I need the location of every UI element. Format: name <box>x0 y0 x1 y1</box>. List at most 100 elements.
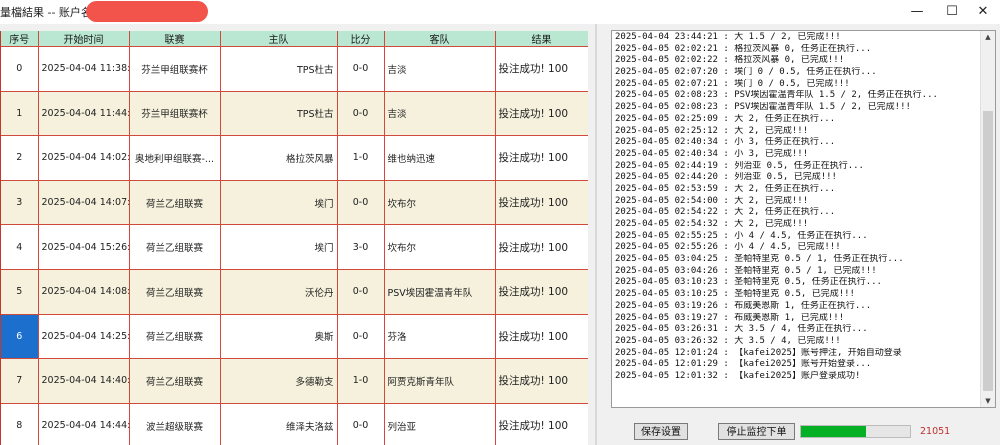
table-row[interactable]: 22025-04-04 14:02:17奥地利甲组联赛-...格拉茨风暴1-0维… <box>1 135 588 181</box>
log-line: 2025-04-05 02:08:23 : PSV埃因霍温青年队 1.5 / 2… <box>615 90 938 101</box>
row-start-time[interactable]: 2025-04-04 14:44:14 <box>38 403 130 445</box>
scroll-down-icon[interactable]: ▼ <box>981 395 995 407</box>
header-away-team[interactable]: 客队 <box>384 31 496 47</box>
row-home-team[interactable]: 多德勒支 <box>220 358 338 404</box>
row-away-team[interactable]: 列治亚 <box>384 403 496 445</box>
row-result[interactable]: 投注成功! 100 <box>495 135 588 181</box>
row-away-team[interactable]: 吉淡 <box>384 91 496 137</box>
log-line: 2025-04-05 02:07:21 : 埃门 0 / 0.5, 已完成!!! <box>615 78 850 89</box>
scroll-up-icon[interactable]: ▲ <box>981 31 995 43</box>
log-line: 2025-04-05 12:01:32 : 【kafei2025】账户登录成功! <box>615 370 861 381</box>
stop-monitoring-button[interactable]: 停止监控下单 <box>718 423 795 440</box>
row-away-team[interactable]: 芬洛 <box>384 314 496 360</box>
row-start-time[interactable]: 2025-04-04 14:40:38 <box>38 358 130 404</box>
maximize-icon[interactable]: ☐ <box>935 0 969 24</box>
table-row[interactable]: 52025-04-04 14:08:19荷兰乙组联赛沃伦丹0-0PSV埃因霍温青… <box>1 269 588 315</box>
row-start-time[interactable]: 2025-04-04 15:26:26 <box>38 224 130 270</box>
row-score[interactable]: 1-0 <box>337 358 385 404</box>
log-line: 2025-04-04 23:44:21 : 大 1.5 / 2, 已完成!!! <box>615 32 841 42</box>
row-start-time[interactable]: 2025-04-04 11:38:59 <box>38 46 130 92</box>
log-line: 2025-04-05 03:10:25 : 圣帕特里克 0.5, 已完成!!! <box>615 289 855 300</box>
row-home-team[interactable]: 维泽夫洛兹 <box>220 403 338 445</box>
log-line: 2025-04-05 12:01:29 : 【kafei2025】账号开始登录.… <box>615 359 872 370</box>
row-score[interactable]: 1-0 <box>337 135 385 181</box>
row-index[interactable]: 6 <box>1 314 39 360</box>
row-league[interactable]: 荷兰乙组联赛 <box>129 180 221 226</box>
save-settings-button[interactable]: 保存设置 <box>634 423 688 440</box>
header-result[interactable]: 结果 <box>495 31 588 47</box>
row-index[interactable]: 8 <box>1 403 39 445</box>
row-result[interactable]: 投注成功! 100 <box>495 46 588 92</box>
table-row[interactable]: 02025-04-04 11:38:59芬兰甲组联赛杯TPS杜古0-0吉淡投注成… <box>1 46 588 92</box>
row-league[interactable]: 芬兰甲组联赛杯 <box>129 91 221 137</box>
row-league[interactable]: 芬兰甲组联赛杯 <box>129 46 221 92</box>
counter-value: 21051 <box>920 426 951 437</box>
close-icon[interactable]: ✕ <box>966 0 1000 24</box>
row-league[interactable]: 波兰超级联赛 <box>129 403 221 445</box>
row-home-team[interactable]: 埃门 <box>220 180 338 226</box>
log-line: 2025-04-05 02:25:12 : 大 2, 已完成!!! <box>615 125 809 136</box>
table-row[interactable]: 72025-04-04 14:40:38荷兰乙组联赛多德勒支1-0阿贾克斯青年队… <box>1 358 588 404</box>
header-index[interactable]: 序号 <box>1 31 39 47</box>
row-home-team[interactable]: 格拉茨风暴 <box>220 135 338 181</box>
row-league[interactable]: 荷兰乙组联赛 <box>129 269 221 315</box>
log-panel: 2025-04-04 23:44:21 : 大 1.5 / 2, 已完成!!! 2… <box>611 30 996 408</box>
row-result[interactable]: 投注成功! 100 <box>495 180 588 226</box>
row-start-time[interactable]: 2025-04-04 14:08:19 <box>38 269 130 315</box>
minimize-icon[interactable]: — <box>900 0 934 24</box>
table-row[interactable]: 12025-04-04 11:44:02芬兰甲组联赛杯TPS杜古0-0吉淡投注成… <box>1 91 588 137</box>
row-home-team[interactable]: 沃伦丹 <box>220 269 338 315</box>
row-league[interactable]: 荷兰乙组联赛 <box>129 358 221 404</box>
row-result[interactable]: 投注成功! 100 <box>495 224 588 270</box>
row-score[interactable]: 0-0 <box>337 180 385 226</box>
row-start-time[interactable]: 2025-04-04 14:25:06 <box>38 314 130 360</box>
row-away-team[interactable]: 阿贾克斯青年队 <box>384 358 496 404</box>
row-result[interactable]: 投注成功! 100 <box>495 269 588 315</box>
row-index[interactable]: 2 <box>1 135 39 181</box>
row-home-team[interactable]: TPS杜古 <box>220 46 338 92</box>
row-away-team[interactable]: 坎布尔 <box>384 180 496 226</box>
row-index[interactable]: 7 <box>1 358 39 404</box>
row-index[interactable]: 4 <box>1 224 39 270</box>
row-index[interactable]: 3 <box>1 180 39 226</box>
progress-fill <box>801 426 867 437</box>
log-line: 2025-04-05 02:07:20 : 埃门 0 / 0.5, 任务正在执行… <box>615 67 877 78</box>
row-index[interactable]: 0 <box>1 46 39 92</box>
row-score[interactable]: 0-0 <box>337 269 385 315</box>
row-result[interactable]: 投注成功! 100 <box>495 314 588 360</box>
row-score[interactable]: 3-0 <box>337 224 385 270</box>
row-away-team[interactable]: 维也纳迅速 <box>384 135 496 181</box>
row-score[interactable]: 0-0 <box>337 91 385 137</box>
scroll-thumb[interactable] <box>983 111 993 391</box>
header-home-team[interactable]: 主队 <box>220 31 338 47</box>
row-score[interactable]: 0-0 <box>337 314 385 360</box>
row-league[interactable]: 奥地利甲组联赛-... <box>129 135 221 181</box>
row-index[interactable]: 5 <box>1 269 39 315</box>
row-index[interactable]: 1 <box>1 91 39 137</box>
table-row[interactable]: 32025-04-04 14:07:16荷兰乙组联赛埃门0-0坎布尔投注成功! … <box>1 180 588 226</box>
row-score[interactable]: 0-0 <box>337 403 385 445</box>
table-row[interactable]: 62025-04-04 14:25:06荷兰乙组联赛奥斯0-0芬洛投注成功! 1… <box>1 314 588 360</box>
row-home-team[interactable]: 奥斯 <box>220 314 338 360</box>
row-result[interactable]: 投注成功! 100 <box>495 358 588 404</box>
row-start-time[interactable]: 2025-04-04 14:02:17 <box>38 135 130 181</box>
row-away-team[interactable]: 吉淡 <box>384 46 496 92</box>
row-home-team[interactable]: TPS杜古 <box>220 91 338 137</box>
row-home-team[interactable]: 埃门 <box>220 224 338 270</box>
log-line: 2025-04-05 02:40:34 : 小 3, 任务正在执行... <box>615 137 836 148</box>
log-scrollbar[interactable]: ▲ ▼ <box>980 31 995 407</box>
header-start-time[interactable]: 开始时间 <box>38 31 130 47</box>
row-away-team[interactable]: 坎布尔 <box>384 224 496 270</box>
row-league[interactable]: 荷兰乙组联赛 <box>129 224 221 270</box>
row-score[interactable]: 0-0 <box>337 46 385 92</box>
row-result[interactable]: 投注成功! 100 <box>495 91 588 137</box>
row-start-time[interactable]: 2025-04-04 11:44:02 <box>38 91 130 137</box>
header-score[interactable]: 比分 <box>337 31 385 47</box>
header-league[interactable]: 联赛 <box>129 31 221 47</box>
table-row[interactable]: 42025-04-04 15:26:26荷兰乙组联赛埃门3-0坎布尔投注成功! … <box>1 224 588 270</box>
row-result[interactable]: 投注成功! 100 <box>495 403 588 445</box>
row-away-team[interactable]: PSV埃因霍温青年队 <box>384 269 496 315</box>
row-league[interactable]: 荷兰乙组联赛 <box>129 314 221 360</box>
row-start-time[interactable]: 2025-04-04 14:07:16 <box>38 180 130 226</box>
table-row[interactable]: 82025-04-04 14:44:14波兰超级联赛维泽夫洛兹0-0列治亚投注成… <box>1 403 588 445</box>
